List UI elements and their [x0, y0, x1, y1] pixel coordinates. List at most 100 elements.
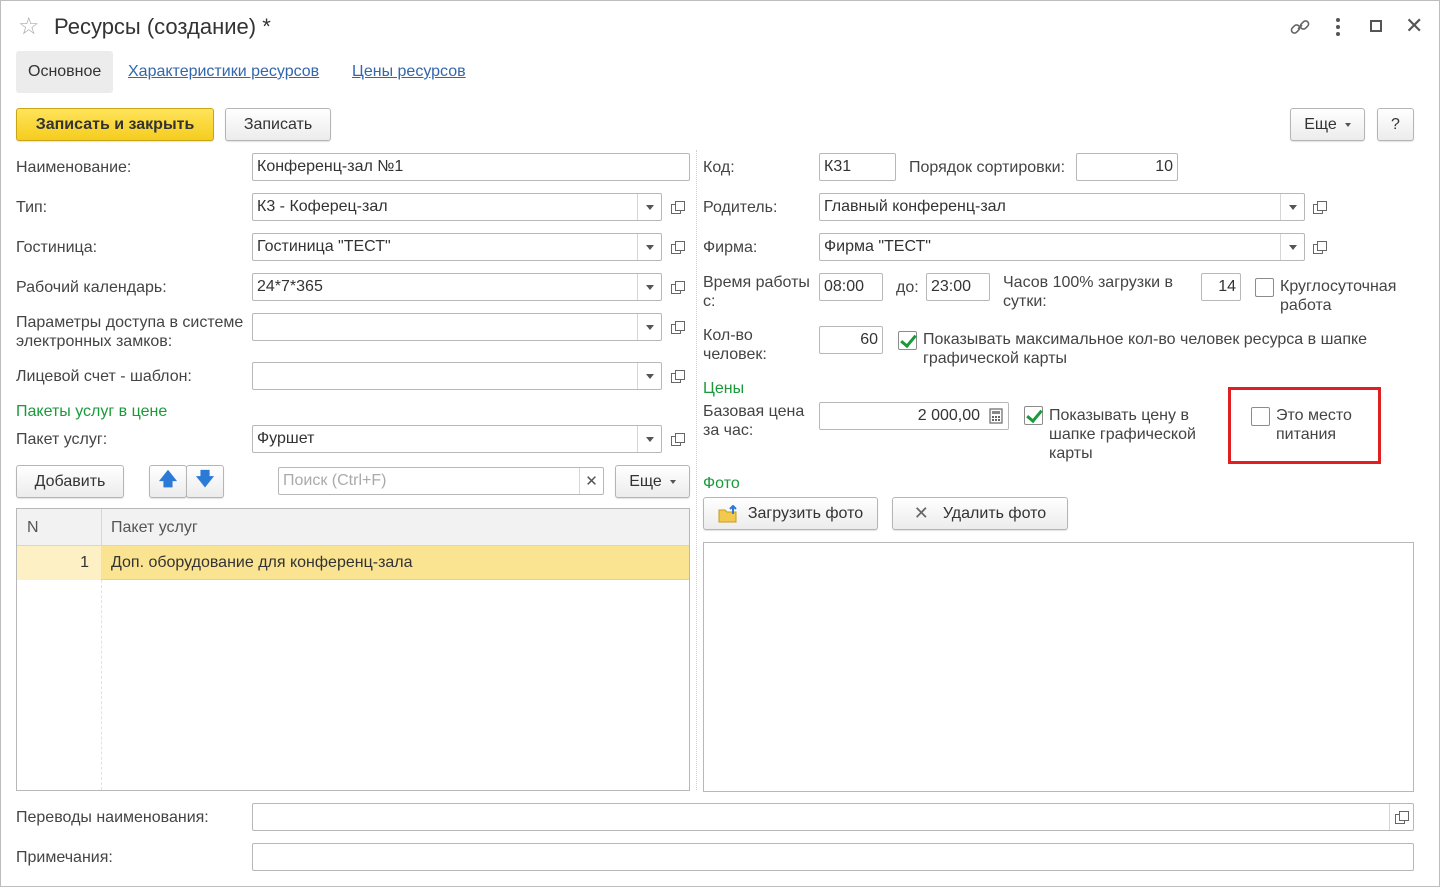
delete-icon: ✕: [913, 503, 929, 523]
hotel-open-button[interactable]: [665, 235, 689, 259]
clear-icon: ✕: [585, 473, 598, 490]
open-form-icon: [1312, 240, 1327, 254]
search-input[interactable]: Поиск (Ctrl+F) ✕: [278, 467, 604, 495]
type-value: К3 - Коферец-зал: [257, 198, 388, 215]
delete-photo-button[interactable]: ✕ Удалить фото: [892, 497, 1068, 530]
more-actions-icon[interactable]: [1336, 18, 1340, 39]
open-form-icon: [670, 200, 685, 214]
sort-input[interactable]: 10: [1076, 153, 1178, 181]
table-more-button[interactable]: Еще: [615, 465, 690, 498]
open-form-icon: [670, 369, 685, 383]
hotel-select[interactable]: Гостиница "ТЕСТ": [252, 233, 662, 261]
translations-open-button[interactable]: [1389, 804, 1413, 830]
move-down-button[interactable]: 🡇: [186, 465, 224, 498]
translations-label: Переводы наименования:: [16, 809, 209, 826]
table-more-label: Еще: [629, 472, 662, 490]
type-dropdown-button[interactable]: [637, 194, 661, 220]
tab-main[interactable]: Основное: [16, 51, 114, 93]
parent-select[interactable]: Главный конференц-зал: [819, 193, 1305, 221]
parent-dropdown-button[interactable]: [1280, 194, 1304, 220]
hours-input[interactable]: 14: [1201, 273, 1241, 301]
access-dropdown-button[interactable]: [637, 314, 661, 340]
clear-search-button[interactable]: ✕: [579, 468, 603, 494]
base-price-label: Базовая цена за час:: [703, 403, 805, 439]
upload-photo-button[interactable]: Загрузить фото: [703, 497, 878, 530]
show-price-checkbox[interactable]: [1024, 406, 1043, 425]
window-title: Ресурсы (создание) *: [54, 14, 271, 39]
food-place-checkbox[interactable]: [1251, 407, 1270, 426]
translations-input[interactable]: [252, 803, 1414, 831]
more-button-label: Еще: [1304, 115, 1337, 133]
account-open-button[interactable]: [665, 364, 689, 388]
packages-table[interactable]: N Пакет услуг 1 Доп. оборудование для ко…: [16, 508, 690, 791]
save-and-close-button[interactable]: Записать и закрыть: [16, 108, 214, 141]
calendar-value: 24*7*365: [257, 278, 323, 295]
code-label: Код:: [703, 159, 735, 176]
table-row[interactable]: 1 Доп. оборудование для конференц-зала: [17, 546, 689, 580]
package-label: Пакет услуг:: [16, 431, 108, 448]
work-from-input[interactable]: 08:00: [819, 273, 883, 301]
prices-heading: Цены: [703, 380, 745, 397]
work-to-input[interactable]: 23:00: [926, 273, 990, 301]
hours-value: 14: [1218, 278, 1236, 295]
close-icon[interactable]: ✕: [1405, 13, 1423, 39]
move-up-button[interactable]: 🡅: [149, 465, 187, 498]
food-place-label: Это место питания: [1276, 407, 1352, 443]
photo-area[interactable]: [703, 542, 1414, 792]
package-dropdown-button[interactable]: [637, 426, 661, 452]
calendar-dropdown-button[interactable]: [637, 274, 661, 300]
hours-label: Часов 100% загрузки в сутки:: [1003, 274, 1173, 310]
chevron-down-icon: [669, 479, 676, 484]
firm-dropdown-button[interactable]: [1280, 234, 1304, 260]
chevron-down-icon: [645, 324, 654, 330]
calendar-select[interactable]: 24*7*365: [252, 273, 662, 301]
add-package-button[interactable]: Добавить: [16, 465, 124, 498]
access-open-button[interactable]: [665, 315, 689, 339]
notes-input[interactable]: [252, 843, 1414, 871]
account-select[interactable]: [252, 362, 662, 390]
package-open-button[interactable]: [665, 427, 689, 451]
base-price-input[interactable]: 2 000,00: [819, 402, 1009, 430]
access-select[interactable]: [252, 313, 662, 341]
hotel-dropdown-button[interactable]: [637, 234, 661, 260]
account-dropdown-button[interactable]: [637, 363, 661, 389]
firm-open-button[interactable]: [1307, 235, 1331, 259]
help-button[interactable]: ?: [1377, 108, 1414, 141]
column-separator: [696, 150, 697, 790]
calendar-open-button[interactable]: [665, 275, 689, 299]
column-n[interactable]: N: [17, 509, 101, 546]
code-input[interactable]: К31: [819, 153, 896, 181]
open-form-icon: [670, 320, 685, 334]
calendar-label: Рабочий календарь:: [16, 279, 167, 296]
sort-value: 10: [1155, 158, 1173, 175]
people-input[interactable]: 60: [819, 326, 883, 354]
sort-label: Порядок сортировки:: [909, 159, 1066, 176]
firm-select[interactable]: Фирма "ТЕСТ": [819, 233, 1305, 261]
package-value: Фуршет: [257, 430, 315, 447]
favorite-star-icon[interactable]: ☆: [18, 12, 40, 41]
account-label: Лицевой счет - шаблон:: [16, 368, 192, 385]
chevron-down-icon: [1288, 204, 1297, 210]
parent-open-button[interactable]: [1307, 195, 1331, 219]
chevron-down-icon: [645, 373, 654, 379]
more-button[interactable]: Еще: [1290, 108, 1365, 141]
maximize-icon[interactable]: [1370, 20, 1382, 32]
tab-resource-characteristics[interactable]: Характеристики ресурсов: [116, 51, 331, 93]
code-value: К31: [824, 158, 852, 175]
column-guide: [101, 580, 102, 790]
column-package[interactable]: Пакет услуг: [101, 509, 198, 546]
save-button[interactable]: Записать: [225, 108, 331, 141]
tab-resource-prices[interactable]: Цены ресурсов: [340, 51, 478, 93]
row-package-name: Доп. оборудование для конференц-зала: [111, 554, 413, 571]
search-placeholder: Поиск (Ctrl+F): [283, 472, 387, 489]
name-input[interactable]: Конференц-зал №1: [252, 153, 690, 181]
access-label: Параметры доступа в системе электронных …: [16, 314, 244, 350]
type-open-button[interactable]: [665, 195, 689, 219]
open-form-icon: [670, 240, 685, 254]
show-max-people-checkbox[interactable]: [898, 331, 917, 350]
round-clock-checkbox[interactable]: [1255, 278, 1274, 297]
calculator-button[interactable]: [984, 403, 1008, 429]
package-select[interactable]: Фуршет: [252, 425, 662, 453]
link-icon[interactable]: [1289, 16, 1311, 38]
type-select[interactable]: К3 - Коферец-зал: [252, 193, 662, 221]
